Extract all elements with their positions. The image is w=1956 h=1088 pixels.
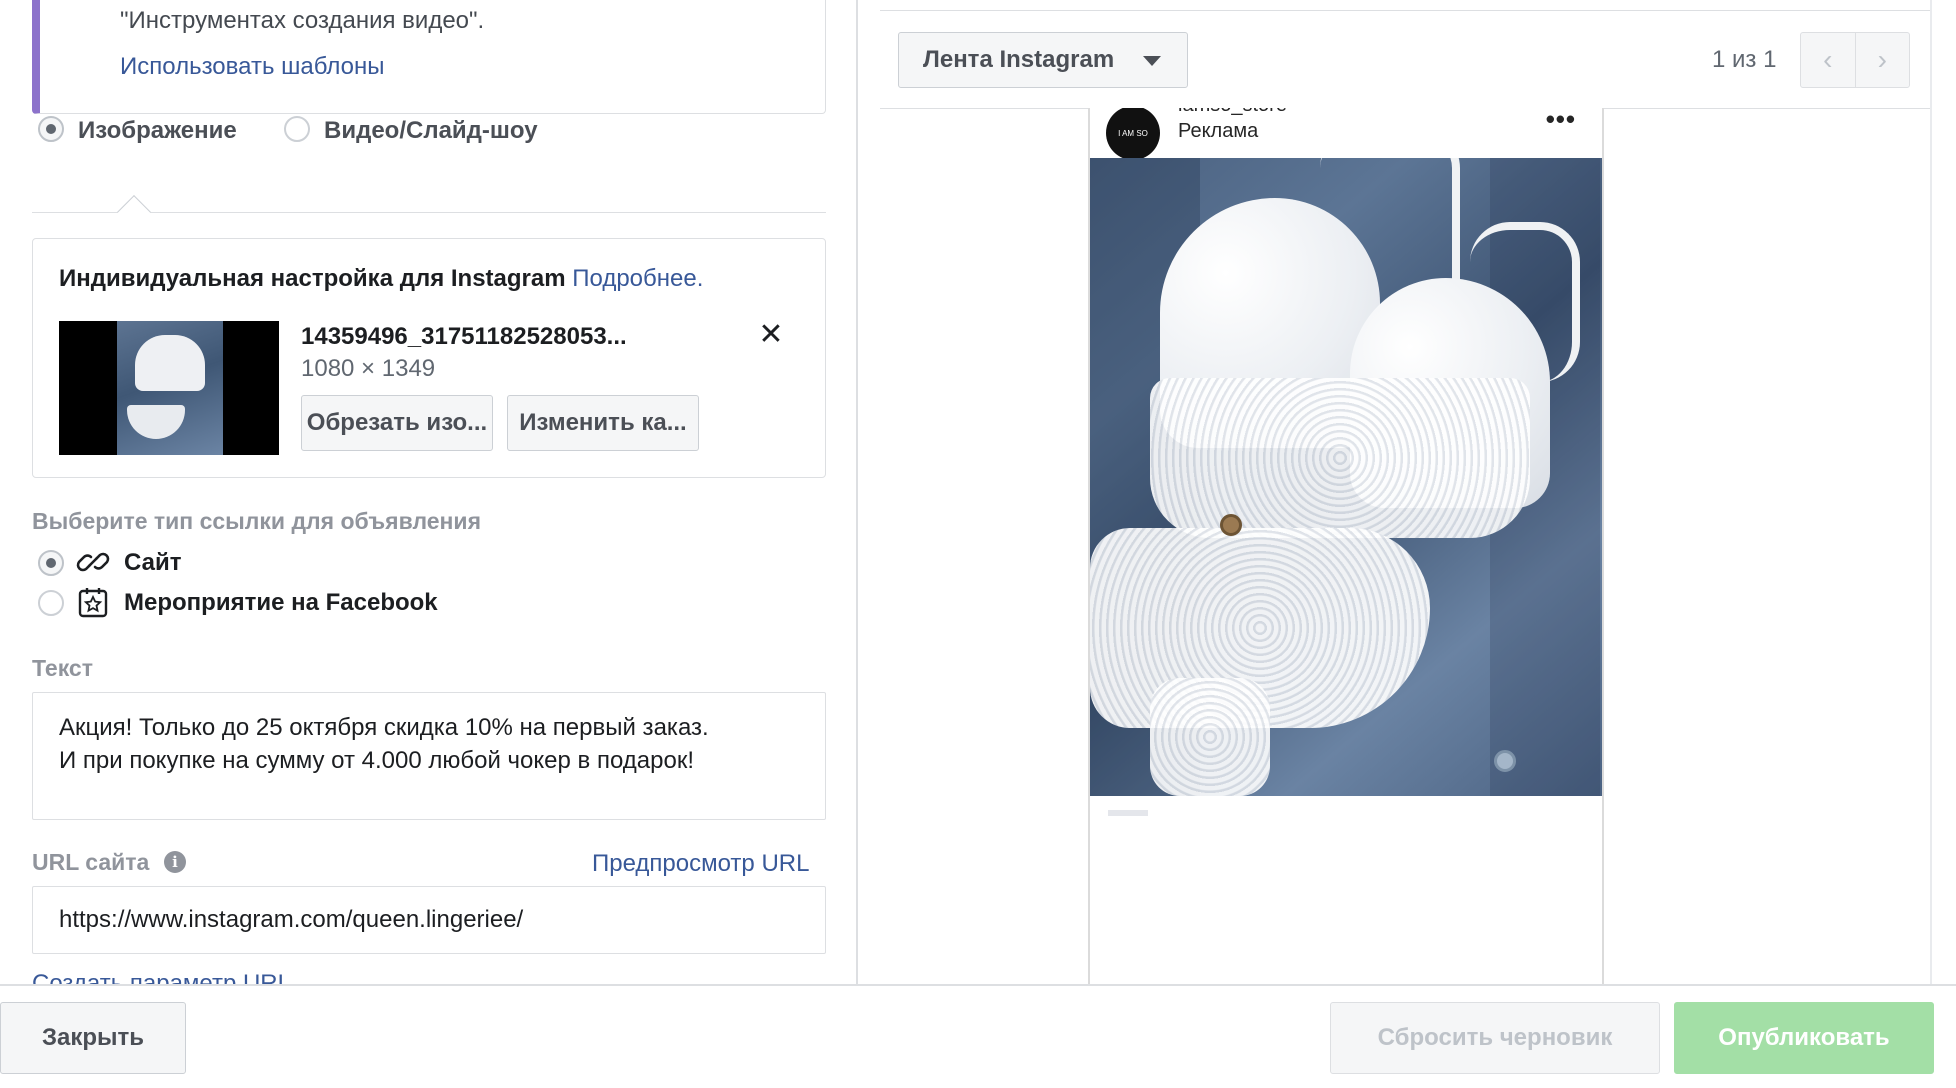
radio-video-slideshow[interactable]: [284, 116, 310, 142]
video-templates-card: "Инструментах создания видео". Использов…: [32, 0, 826, 114]
post-actions-placeholder: [1108, 810, 1148, 816]
sponsored-label: Реклама: [1178, 120, 1259, 142]
instagram-custom-card: Индивидуальная настройка для Instagram П…: [32, 238, 826, 478]
chevron-left-icon[interactable]: ‹: [1801, 33, 1855, 87]
text-field-label: Текст: [32, 655, 93, 681]
instagram-custom-title: Индивидуальная настройка для Instagram П…: [59, 265, 703, 293]
radio-video-label[interactable]: Видео/Слайд-шоу: [324, 117, 538, 145]
file-name: 14359496_31751182528053...: [301, 323, 627, 350]
pane-divider: [856, 0, 858, 984]
radio-image[interactable]: [38, 116, 64, 142]
ad-preview-pane: Лента Instagram 1 из 1 ‹ › I AM SO iamso…: [880, 0, 1932, 984]
tab-divider: [32, 212, 826, 213]
account-avatar: I AM SO: [1106, 108, 1160, 160]
radio-website[interactable]: [38, 550, 64, 576]
radio-image-label[interactable]: Изображение: [78, 117, 237, 145]
preview-nav: ‹ ›: [1800, 32, 1910, 88]
ad-text-textarea[interactable]: Акция! Только до 25 октября скидка 10% н…: [32, 692, 826, 820]
preview-pager: 1 из 1: [1712, 46, 1777, 73]
account-name: iamso_store: [1178, 108, 1287, 117]
chevron-right-icon[interactable]: ›: [1854, 33, 1910, 87]
image-thumbnail: [59, 321, 279, 455]
learn-more-link[interactable]: Подробнее.: [572, 265, 703, 292]
preview-url-link[interactable]: Предпросмотр URL: [592, 850, 809, 878]
close-button[interactable]: Закрыть: [0, 1002, 186, 1074]
preview-right-border: [1930, 0, 1932, 984]
post-image: [1090, 158, 1602, 796]
reset-draft-button[interactable]: Сбросить черновик: [1330, 1002, 1660, 1074]
tab-pointer: [117, 195, 151, 229]
website-url-label: URL сайта: [32, 849, 150, 875]
event-star-icon: [78, 588, 108, 618]
placement-dropdown[interactable]: Лента Instagram: [898, 32, 1188, 88]
info-icon[interactable]: i: [164, 851, 186, 873]
link-icon: [76, 552, 110, 572]
video-templates-description: "Инструментах создания видео".: [120, 7, 485, 34]
publish-button[interactable]: Опубликовать: [1674, 1002, 1934, 1074]
footer-bar: Закрыть Сбросить черновик Опубликовать: [0, 986, 1956, 1088]
ad-editor-pane: "Инструментах создания видео". Использов…: [0, 0, 862, 984]
facebook-event-label[interactable]: Мероприятие на Facebook: [124, 589, 438, 617]
instagram-custom-title-text: Индивидуальная настройка для Instagram: [59, 265, 566, 292]
website-url-input[interactable]: https://www.instagram.com/queen.lingerie…: [32, 886, 826, 954]
remove-image-close-icon[interactable]: ✕: [755, 319, 787, 351]
file-dimensions: 1080 × 1349: [301, 355, 436, 382]
change-image-button[interactable]: Изменить ка...: [507, 395, 699, 451]
use-templates-link[interactable]: Использовать шаблоны: [120, 53, 385, 81]
link-type-label: Выберите тип ссылки для объявления: [32, 508, 481, 534]
more-options-icon[interactable]: •••: [1546, 108, 1576, 135]
crop-image-button[interactable]: Обрезать изо...: [301, 395, 493, 451]
preview-top-border: [880, 10, 1932, 11]
ad-text-line-2: И при покупке на сумму от 4.000 любой чо…: [59, 747, 694, 774]
caret-down-icon: [1143, 56, 1161, 66]
website-label[interactable]: Сайт: [124, 549, 181, 577]
radio-facebook-event[interactable]: [38, 590, 64, 616]
ad-text-line-1: Акция! Только до 25 октября скидка 10% н…: [59, 714, 709, 741]
placement-dropdown-label: Лента Instagram: [923, 46, 1115, 73]
instagram-post-preview: I AM SO iamso_store Реклама •••: [1088, 108, 1604, 984]
build-url-parameter-link[interactable]: Создать параметр URL: [32, 970, 291, 984]
